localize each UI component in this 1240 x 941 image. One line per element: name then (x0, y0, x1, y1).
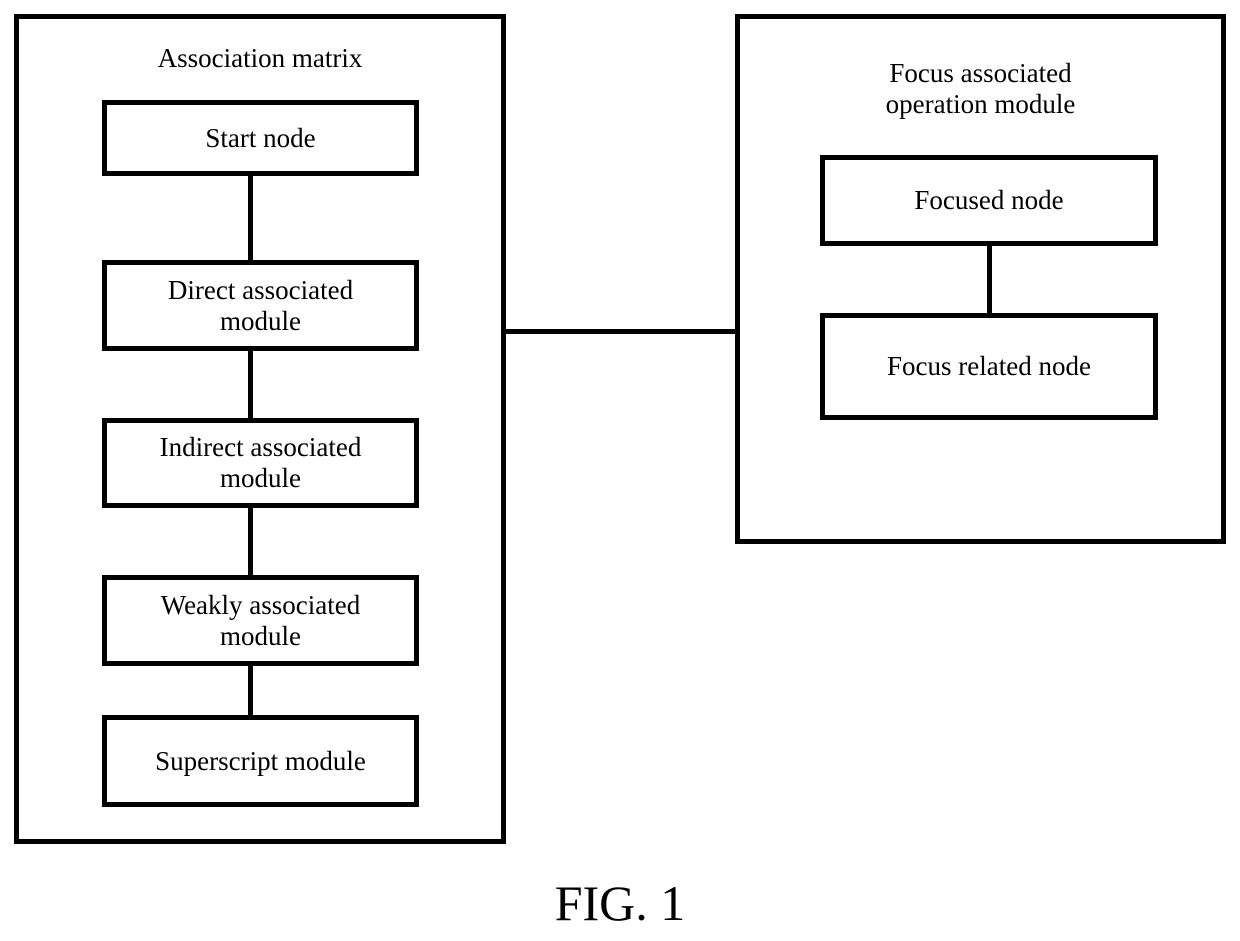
focus-related-node: Focus related node (820, 313, 1158, 420)
focus-module-title: Focus associated operation module (885, 58, 1076, 119)
weakly-associated-module: Weakly associated module (102, 575, 419, 666)
connector-indirect-to-weakly (248, 508, 253, 575)
superscript-module: Superscript module (102, 715, 419, 807)
figure-caption: FIG. 1 (554, 875, 686, 931)
connector-direct-to-indirect (248, 351, 253, 418)
start-node: Start node (102, 100, 419, 176)
connector-weakly-to-superscript (248, 666, 253, 715)
indirect-associated-module: Indirect associated module (102, 418, 419, 508)
connector-start-to-direct (248, 176, 253, 260)
connector-focused-to-related (987, 246, 992, 313)
direct-associated-module: Direct associated module (102, 260, 419, 351)
connector-matrix-to-focus-module (506, 329, 736, 334)
focused-node: Focused node (820, 155, 1158, 246)
association-matrix-title: Association matrix (157, 43, 363, 73)
